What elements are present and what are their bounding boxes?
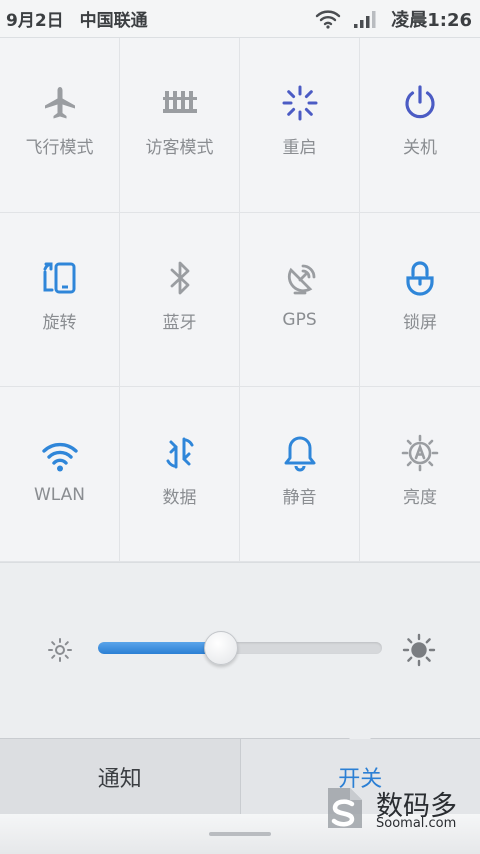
toggle-bluetooth[interactable]: 蓝牙	[120, 212, 240, 388]
toggle-power-off[interactable]: 关机	[360, 38, 480, 213]
soomal-logo	[328, 788, 362, 828]
tab-notifications-label: 通知	[97, 767, 142, 792]
toggle-label: 飞行模式	[25, 138, 94, 159]
drag-handle[interactable]	[209, 832, 271, 836]
wifi-icon	[40, 435, 80, 475]
toggle-label: 蓝牙	[162, 312, 197, 333]
guest-mode-icon	[160, 83, 200, 123]
toggle-label: 锁屏	[403, 312, 437, 333]
gps-icon	[280, 260, 320, 300]
brightness-slider-fill	[98, 642, 221, 654]
status-date: 9月2日	[6, 11, 64, 31]
status-carrier: 中国联通	[79, 11, 148, 31]
toggle-label: 静音	[282, 487, 317, 508]
toggle-reboot[interactable]: 重启	[240, 38, 360, 213]
signal-icon	[353, 9, 379, 29]
bell-icon	[280, 433, 320, 473]
toggle-wlan[interactable]: WLAN	[0, 387, 120, 562]
toggle-airplane-mode[interactable]: 飞行模式	[0, 38, 120, 213]
toggle-label: 亮度	[403, 487, 437, 508]
rotate-icon	[40, 258, 80, 298]
toggle-label: 旋转	[42, 312, 77, 333]
sun-small-icon	[48, 638, 72, 662]
bluetooth-icon	[160, 258, 200, 298]
status-icons: 凌晨1:26	[315, 6, 472, 32]
tab-notifications[interactable]: 通知	[0, 739, 241, 815]
reboot-icon	[280, 83, 320, 123]
active-tab-pointer	[349, 728, 372, 739]
toggle-rotate[interactable]: 旋转	[0, 212, 120, 388]
toggle-brightness[interactable]: 亮度	[360, 387, 480, 562]
toggle-label: 访客模式	[145, 138, 214, 159]
watermark: 数码多 Soomal.com	[322, 782, 468, 832]
toggle-label: 重启	[282, 138, 317, 159]
power-icon	[400, 83, 440, 123]
auto-brightness-icon	[400, 433, 440, 473]
toggle-silent[interactable]: 静音	[240, 387, 360, 562]
airplane-icon	[40, 83, 80, 123]
status-bar: 9月2日 中国联通 凌晨1:26	[0, 0, 480, 38]
data-icon	[160, 433, 200, 473]
watermark-brand-en: Soomal.com	[376, 816, 457, 831]
toggle-gps[interactable]: GPS	[240, 212, 360, 388]
toggle-data[interactable]: 数据	[120, 387, 240, 562]
brightness-slider-thumb[interactable]	[204, 631, 239, 665]
toggle-label: 关机	[403, 138, 437, 159]
brightness-slider-track[interactable]	[98, 642, 382, 654]
toggle-lock-screen[interactable]: 锁屏	[360, 213, 480, 388]
sun-large-icon	[402, 633, 436, 667]
wifi-icon	[315, 9, 341, 29]
lock-screen-icon	[400, 258, 440, 298]
toggle-label: GPS	[282, 310, 317, 331]
toggle-guest-mode[interactable]: 访客模式	[120, 38, 240, 213]
status-time: 凌晨1:26	[391, 9, 472, 31]
quick-toggles-grid: 飞行模式 访客模式 重启 关机 旋转 蓝牙 GPS 锁屏 WLAN 数据 静音 …	[0, 38, 480, 562]
toggle-label: 数据	[162, 487, 197, 508]
toggle-label: WLAN	[33, 485, 86, 506]
